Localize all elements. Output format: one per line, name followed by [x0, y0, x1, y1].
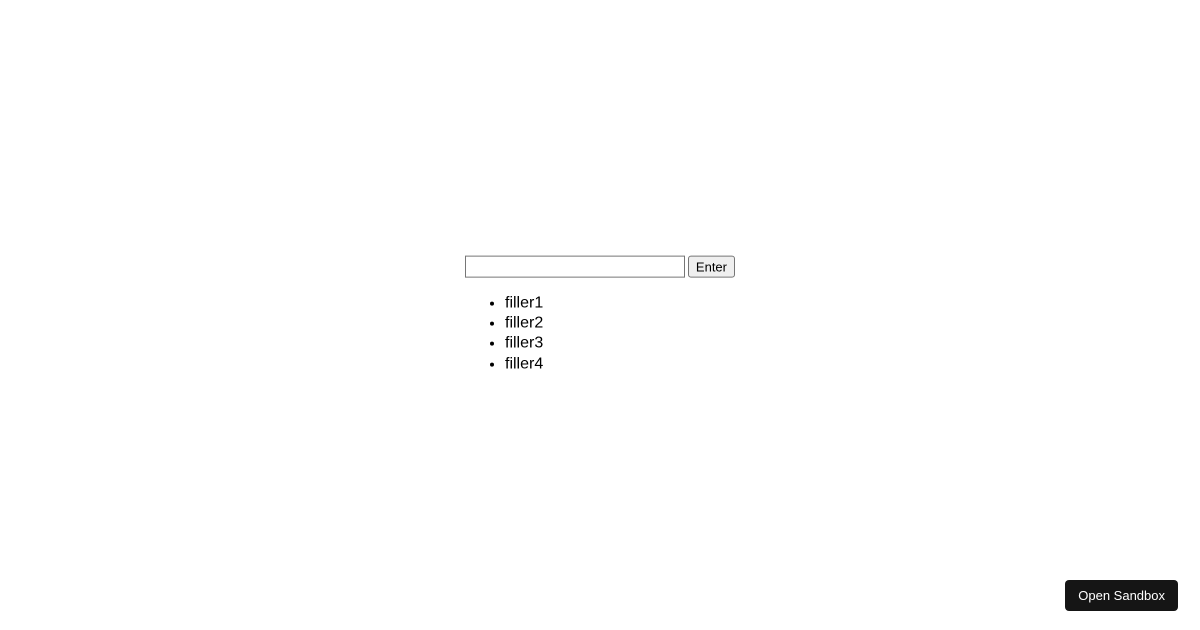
item-list: filler1 filler2 filler3 filler4	[465, 294, 735, 374]
enter-button[interactable]: Enter	[688, 256, 735, 278]
main-panel: Enter filler1 filler2 filler3 filler4	[465, 256, 735, 375]
open-sandbox-button[interactable]: Open Sandbox	[1065, 580, 1178, 611]
input-row: Enter	[465, 256, 735, 278]
list-item: filler2	[505, 314, 735, 333]
text-input[interactable]	[465, 256, 685, 278]
list-item: filler1	[505, 294, 735, 313]
list-item: filler3	[505, 334, 735, 353]
list-item: filler4	[505, 354, 735, 373]
